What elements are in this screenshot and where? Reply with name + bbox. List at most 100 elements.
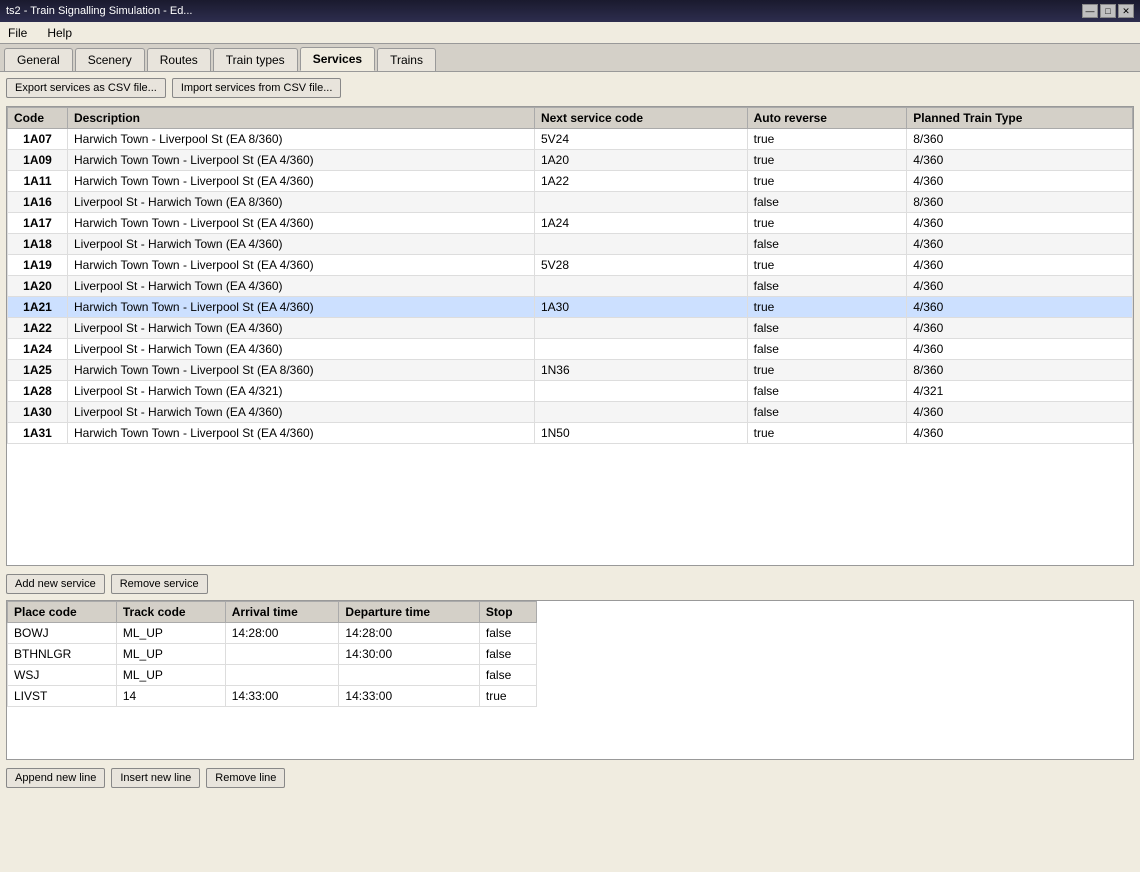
list-item[interactable]: BOWJML_UP14:28:0014:28:00false xyxy=(8,623,537,644)
list-item[interactable]: BTHNLGRML_UP14:30:00false xyxy=(8,644,537,665)
table-row[interactable]: 1A18Liverpool St - Harwich Town (EA 4/36… xyxy=(8,234,1133,255)
table-row[interactable]: 1A19Harwich Town Town - Liverpool St (EA… xyxy=(8,255,1133,276)
remove-line-button[interactable]: Remove line xyxy=(206,768,285,788)
tab-scenery[interactable]: Scenery xyxy=(75,48,145,71)
tab-train-types[interactable]: Train types xyxy=(213,48,298,71)
services-header-auto-reverse: Auto reverse xyxy=(747,108,907,129)
table-row[interactable]: 1A21Harwich Town Town - Liverpool St (EA… xyxy=(8,297,1133,318)
services-cell-3: true xyxy=(747,171,907,192)
insert-line-button[interactable]: Insert new line xyxy=(111,768,200,788)
services-header-description: Description xyxy=(68,108,535,129)
services-cell-0: 1A19 xyxy=(8,255,68,276)
services-cell-3: false xyxy=(747,192,907,213)
detail-cell-4: false xyxy=(479,665,536,686)
services-cell-4: 4/360 xyxy=(907,297,1133,318)
services-cell-4: 4/360 xyxy=(907,276,1133,297)
table-row[interactable]: 1A09Harwich Town Town - Liverpool St (EA… xyxy=(8,150,1133,171)
services-cell-1: Harwich Town Town - Liverpool St (EA 8/3… xyxy=(68,360,535,381)
services-cell-3: false xyxy=(747,339,907,360)
tab-services[interactable]: Services xyxy=(300,47,375,71)
services-cell-1: Harwich Town Town - Liverpool St (EA 4/3… xyxy=(68,150,535,171)
services-cell-4: 4/321 xyxy=(907,381,1133,402)
table-row[interactable]: 1A16Liverpool St - Harwich Town (EA 8/36… xyxy=(8,192,1133,213)
minimize-button[interactable]: — xyxy=(1082,4,1098,18)
services-cell-1: Liverpool St - Harwich Town (EA 4/360) xyxy=(68,402,535,423)
services-cell-3: false xyxy=(747,234,907,255)
services-cell-1: Liverpool St - Harwich Town (EA 8/360) xyxy=(68,192,535,213)
services-cell-0: 1A07 xyxy=(8,129,68,150)
services-cell-1: Harwich Town Town - Liverpool St (EA 4/3… xyxy=(68,297,535,318)
export-csv-button[interactable]: Export services as CSV file... xyxy=(6,78,166,98)
tab-trains[interactable]: Trains xyxy=(377,48,436,71)
services-cell-3: true xyxy=(747,423,907,444)
services-cell-1: Harwich Town - Liverpool St (EA 8/360) xyxy=(68,129,535,150)
detail-cell-0: LIVST xyxy=(8,686,117,707)
services-cell-3: false xyxy=(747,381,907,402)
table-row[interactable]: 1A25Harwich Town Town - Liverpool St (EA… xyxy=(8,360,1133,381)
table-row[interactable]: 1A22Liverpool St - Harwich Town (EA 4/36… xyxy=(8,318,1133,339)
services-cell-3: true xyxy=(747,360,907,381)
services-cell-3: true xyxy=(747,213,907,234)
services-table-container[interactable]: CodeDescriptionNext service codeAuto rev… xyxy=(6,106,1134,566)
detail-table: Place codeTrack codeArrival timeDepartur… xyxy=(7,601,537,707)
detail-header-stop: Stop xyxy=(479,602,536,623)
detail-cell-2 xyxy=(225,665,339,686)
services-cell-4: 4/360 xyxy=(907,339,1133,360)
help-menu[interactable]: Help xyxy=(43,24,76,42)
maximize-button[interactable]: □ xyxy=(1100,4,1116,18)
list-item[interactable]: WSJML_UPfalse xyxy=(8,665,537,686)
table-row[interactable]: 1A20Liverpool St - Harwich Town (EA 4/36… xyxy=(8,276,1133,297)
services-cell-0: 1A11 xyxy=(8,171,68,192)
file-menu[interactable]: File xyxy=(4,24,31,42)
services-cell-3: true xyxy=(747,297,907,318)
detail-table-container[interactable]: Place codeTrack codeArrival timeDepartur… xyxy=(6,600,1134,760)
services-cell-4: 4/360 xyxy=(907,402,1133,423)
table-row[interactable]: 1A07Harwich Town - Liverpool St (EA 8/36… xyxy=(8,129,1133,150)
services-cell-3: true xyxy=(747,255,907,276)
services-table: CodeDescriptionNext service codeAuto rev… xyxy=(7,107,1133,444)
services-cell-4: 8/360 xyxy=(907,192,1133,213)
services-cell-4: 4/360 xyxy=(907,213,1133,234)
detail-cell-1: ML_UP xyxy=(116,644,225,665)
services-cell-1: Liverpool St - Harwich Town (EA 4/360) xyxy=(68,276,535,297)
toolbar: Export services as CSV file... Import se… xyxy=(6,78,1134,98)
detail-cell-3 xyxy=(339,665,480,686)
table-row[interactable]: 1A28Liverpool St - Harwich Town (EA 4/32… xyxy=(8,381,1133,402)
services-cell-2 xyxy=(534,192,747,213)
title-bar: ts2 - Train Signalling Simulation - Ed..… xyxy=(0,0,1140,22)
import-csv-button[interactable]: Import services from CSV file... xyxy=(172,78,342,98)
services-header-code: Code xyxy=(8,108,68,129)
list-item[interactable]: LIVST1414:33:0014:33:00true xyxy=(8,686,537,707)
table-row[interactable]: 1A30Liverpool St - Harwich Town (EA 4/36… xyxy=(8,402,1133,423)
append-line-button[interactable]: Append new line xyxy=(6,768,105,788)
detail-cell-0: BOWJ xyxy=(8,623,117,644)
services-cell-0: 1A09 xyxy=(8,150,68,171)
line-buttons: Append new line Insert new line Remove l… xyxy=(6,768,1134,788)
services-cell-4: 4/360 xyxy=(907,150,1133,171)
table-row[interactable]: 1A17Harwich Town Town - Liverpool St (EA… xyxy=(8,213,1133,234)
tab-general[interactable]: General xyxy=(4,48,73,71)
services-cell-2 xyxy=(534,339,747,360)
services-cell-4: 4/360 xyxy=(907,234,1133,255)
services-cell-4: 4/360 xyxy=(907,423,1133,444)
services-header-next-service-code: Next service code xyxy=(534,108,747,129)
services-cell-0: 1A31 xyxy=(8,423,68,444)
table-row[interactable]: 1A24Liverpool St - Harwich Town (EA 4/36… xyxy=(8,339,1133,360)
services-cell-2: 1N36 xyxy=(534,360,747,381)
detail-cell-4: false xyxy=(479,623,536,644)
close-button[interactable]: ✕ xyxy=(1118,4,1134,18)
services-cell-0: 1A30 xyxy=(8,402,68,423)
services-cell-0: 1A17 xyxy=(8,213,68,234)
add-service-button[interactable]: Add new service xyxy=(6,574,105,594)
table-row[interactable]: 1A11Harwich Town Town - Liverpool St (EA… xyxy=(8,171,1133,192)
services-cell-2 xyxy=(534,402,747,423)
services-cell-2: 1A30 xyxy=(534,297,747,318)
tab-routes[interactable]: Routes xyxy=(147,48,211,71)
services-cell-2 xyxy=(534,276,747,297)
services-cell-3: true xyxy=(747,150,907,171)
remove-service-button[interactable]: Remove service xyxy=(111,574,208,594)
services-cell-1: Liverpool St - Harwich Town (EA 4/360) xyxy=(68,339,535,360)
table-row[interactable]: 1A31Harwich Town Town - Liverpool St (EA… xyxy=(8,423,1133,444)
menu-bar: File Help xyxy=(0,22,1140,44)
services-cell-0: 1A21 xyxy=(8,297,68,318)
